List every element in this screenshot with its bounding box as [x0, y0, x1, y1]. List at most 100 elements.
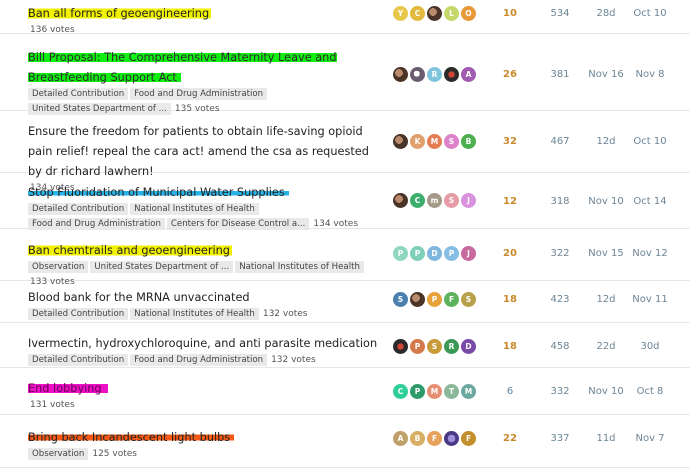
created-date-link[interactable]: Nov 10	[585, 196, 627, 207]
last-activity-link[interactable]: Oct 8	[628, 386, 672, 397]
last-activity-link[interactable]: Nov 7	[628, 433, 672, 444]
avatar[interactable]	[410, 67, 425, 82]
last-activity-link[interactable]: Nov 11	[628, 294, 672, 305]
topic-title-link[interactable]: Blood bank for the MRNA unvaccinated	[28, 291, 250, 304]
topic-tag[interactable]: Detailed Contribution	[28, 203, 129, 215]
poster-avatars: ABFF	[393, 431, 476, 446]
avatar[interactable]: C	[410, 193, 425, 208]
topic-tag[interactable]: National Institutes of Health	[130, 203, 259, 215]
avatar[interactable]: J	[461, 246, 476, 261]
reply-count: 18	[503, 294, 517, 305]
last-activity-link[interactable]: Oct 14	[628, 196, 672, 207]
poster-avatars: PSRD	[393, 339, 476, 354]
avatar[interactable]: J	[461, 193, 476, 208]
topic-title-link[interactable]: Ivermectin, hydroxychloroquine, and anti…	[28, 337, 377, 350]
avatar[interactable]: C	[393, 384, 408, 399]
topic-title-link[interactable]: Bring back Incandescent light bulbs	[28, 431, 235, 444]
topic-tag[interactable]: Observation	[28, 448, 89, 460]
poster-avatars: KMSB	[393, 134, 476, 149]
view-count: 318	[550, 196, 570, 207]
reply-count: 32	[503, 136, 517, 147]
avatar[interactable]: P	[410, 339, 425, 354]
avatar[interactable]: F	[461, 431, 476, 446]
created-date-link[interactable]: 22d	[585, 341, 627, 352]
avatar[interactable]: T	[444, 384, 459, 399]
created-date-link[interactable]: 28d	[585, 8, 627, 19]
avatar[interactable]: O	[461, 6, 476, 21]
topic-row: Bring back Incandescent light bulbs Obser…	[0, 415, 690, 468]
poster-avatars: YC LO	[393, 6, 476, 21]
last-activity-link[interactable]: Nov 12	[628, 248, 672, 259]
avatar[interactable]: P	[410, 384, 425, 399]
topic-tag[interactable]: National Institutes of Health	[235, 261, 364, 273]
created-date-link[interactable]: Nov 16	[585, 69, 627, 80]
last-activity-link[interactable]: Nov 8	[628, 69, 672, 80]
avatar[interactable]: L	[444, 6, 459, 21]
topic-title-link[interactable]: End lobbying	[28, 382, 108, 395]
avatar[interactable]	[427, 6, 442, 21]
avatar[interactable]: M	[427, 384, 442, 399]
topic-tag[interactable]: Detailed Contribution	[28, 308, 129, 320]
avatar[interactable]	[393, 67, 408, 82]
avatar[interactable]: S	[444, 134, 459, 149]
last-activity-link[interactable]: 30d	[628, 341, 672, 352]
avatar[interactable]	[393, 134, 408, 149]
view-count: 332	[550, 386, 570, 397]
avatar[interactable]: M	[427, 134, 442, 149]
avatar[interactable]: D	[461, 339, 476, 354]
avatar[interactable]	[444, 431, 459, 446]
avatar[interactable]: K	[410, 134, 425, 149]
topic-title-link[interactable]: Stop Fluoridation of Municipal Water Sup…	[28, 186, 289, 199]
avatar[interactable]: S	[461, 292, 476, 307]
reply-count: 20	[503, 248, 517, 259]
avatar[interactable]: m	[427, 193, 442, 208]
created-date-link[interactable]: Nov 15	[585, 248, 627, 259]
topic-title-link[interactable]: Ensure the freedom for patients to obtai…	[28, 125, 369, 178]
topic-tag[interactable]: Food and Drug Administration	[130, 88, 268, 100]
last-activity-link[interactable]: Oct 10	[628, 136, 672, 147]
view-count: 322	[550, 248, 570, 259]
last-activity-link[interactable]: Oct 10	[628, 8, 672, 19]
avatar[interactable]: M	[461, 384, 476, 399]
topic-tag[interactable]: Detailed Contribution	[28, 88, 129, 100]
topic-tag[interactable]: United States Department of ...	[90, 261, 234, 273]
avatar[interactable]: F	[444, 292, 459, 307]
avatar[interactable]: A	[393, 431, 408, 446]
avatar[interactable]: R	[444, 339, 459, 354]
avatar[interactable]: B	[461, 134, 476, 149]
created-date-link[interactable]: 12d	[585, 294, 627, 305]
avatar[interactable]: P	[444, 246, 459, 261]
topic-row: Ensure the freedom for patients to obtai…	[0, 111, 690, 193]
avatar[interactable]	[444, 67, 459, 82]
avatar[interactable]: S	[393, 292, 408, 307]
avatar[interactable]: A	[461, 67, 476, 82]
topic-tag[interactable]: National Institutes of Health	[130, 308, 259, 320]
avatar[interactable]: C	[410, 6, 425, 21]
reply-count: 26	[503, 69, 517, 80]
topic-tag[interactable]: Detailed Contribution	[28, 354, 129, 366]
avatar[interactable]: Y	[393, 6, 408, 21]
avatar[interactable]: S	[427, 339, 442, 354]
topic-title-link[interactable]: Bill Proposal: The Comprehensive Materni…	[28, 51, 337, 84]
avatar[interactable]: B	[410, 431, 425, 446]
topic-tag[interactable]: Observation	[28, 261, 89, 273]
topic-title-link[interactable]: Ban chemtrails and geoengineering	[28, 244, 232, 257]
avatar[interactable]: R	[427, 67, 442, 82]
topic-meta: Detailed Contribution National Institutes…	[28, 307, 383, 322]
created-date-link[interactable]: 11d	[585, 433, 627, 444]
poster-avatars: SPFS	[393, 292, 476, 307]
vote-count: 132 votes	[271, 355, 316, 365]
topic-title-link[interactable]: Ban all forms of geoengineering	[28, 7, 212, 20]
topic-tag[interactable]: Food and Drug Administration	[130, 354, 268, 366]
avatar[interactable]	[393, 193, 408, 208]
avatar[interactable]: P	[410, 246, 425, 261]
avatar[interactable]: D	[427, 246, 442, 261]
created-date-link[interactable]: 12d	[585, 136, 627, 147]
avatar[interactable]	[410, 292, 425, 307]
avatar[interactable]: F	[427, 431, 442, 446]
avatar[interactable]	[393, 339, 408, 354]
created-date-link[interactable]: Nov 10	[585, 386, 627, 397]
avatar[interactable]: S	[444, 193, 459, 208]
avatar[interactable]: P	[393, 246, 408, 261]
avatar[interactable]: P	[427, 292, 442, 307]
